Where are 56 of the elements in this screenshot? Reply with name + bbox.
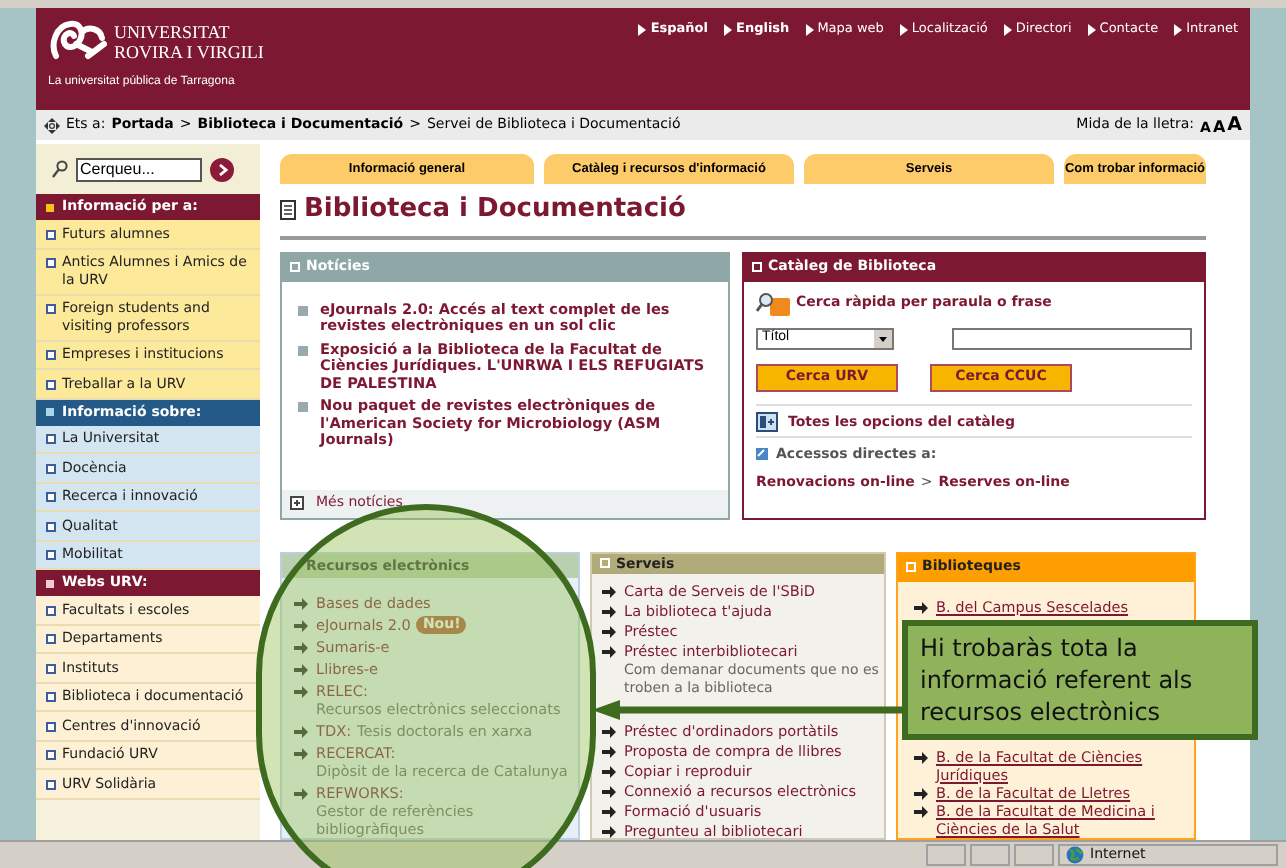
bullet-icon xyxy=(46,304,56,314)
bullet-arrow-icon xyxy=(914,601,928,613)
square-icon xyxy=(906,562,916,572)
bullet-icon xyxy=(298,305,308,315)
bullet-icon xyxy=(46,463,56,473)
font-size-link[interactable]: A xyxy=(1212,119,1226,136)
square-icon xyxy=(752,262,762,272)
triangle-icon xyxy=(1087,24,1096,36)
university-name: UNIVERSITAT xyxy=(114,22,232,42)
bullet-icon xyxy=(46,605,56,615)
bullet-icon xyxy=(46,434,56,444)
bullet-icon xyxy=(46,229,56,239)
square-icon xyxy=(290,262,300,272)
marker-icon xyxy=(46,408,54,416)
bullet-icon xyxy=(46,634,56,644)
bullet-icon xyxy=(46,379,56,389)
book-search-icon xyxy=(756,291,792,315)
bullet-icon xyxy=(46,521,56,531)
bullet-arrow-icon xyxy=(294,788,308,800)
font-size-link[interactable]: A xyxy=(1227,116,1242,136)
square-icon xyxy=(600,558,610,569)
plus-icon xyxy=(290,496,304,510)
search-field[interactable]: Cerqueu... xyxy=(76,157,202,181)
document-icon xyxy=(280,199,296,220)
go-button[interactable] xyxy=(210,157,234,181)
move-icon xyxy=(44,117,60,133)
bullet-icon xyxy=(46,779,56,789)
bullet-icon xyxy=(298,402,308,412)
bullet-icon xyxy=(46,350,56,360)
triangle-icon xyxy=(1003,24,1012,36)
bullet-icon xyxy=(298,345,308,355)
triangle-icon xyxy=(899,24,908,36)
triangle-icon xyxy=(805,24,814,36)
logo-icon xyxy=(48,20,108,64)
search-field[interactable] xyxy=(952,327,1192,349)
small-arrow-icon xyxy=(756,448,768,461)
search-icon xyxy=(52,160,68,178)
triangle-icon xyxy=(638,24,647,36)
bullet-icon xyxy=(46,258,56,268)
bullet-icon xyxy=(46,692,56,702)
page-title: Biblioteca i Documentació xyxy=(304,192,686,228)
triangle-icon xyxy=(724,24,732,36)
bullet-icon xyxy=(46,721,56,731)
bullet-icon xyxy=(46,663,56,673)
bullet-icon xyxy=(46,750,56,760)
bullet-icon xyxy=(46,550,56,560)
callout-box: Hi trobaràs tota la informació referent als recursos electrònics xyxy=(902,619,1258,739)
bullet-arrow-icon xyxy=(914,751,928,763)
marker-icon xyxy=(46,203,54,211)
globe-icon xyxy=(1066,846,1084,864)
catalog-icon xyxy=(756,411,778,432)
marker-icon xyxy=(46,579,54,587)
chevron-icon xyxy=(217,163,227,175)
bullet-icon xyxy=(46,492,56,502)
university-name: ROVIRA I VIRGILI xyxy=(114,42,264,62)
triangle-icon xyxy=(1174,24,1183,36)
